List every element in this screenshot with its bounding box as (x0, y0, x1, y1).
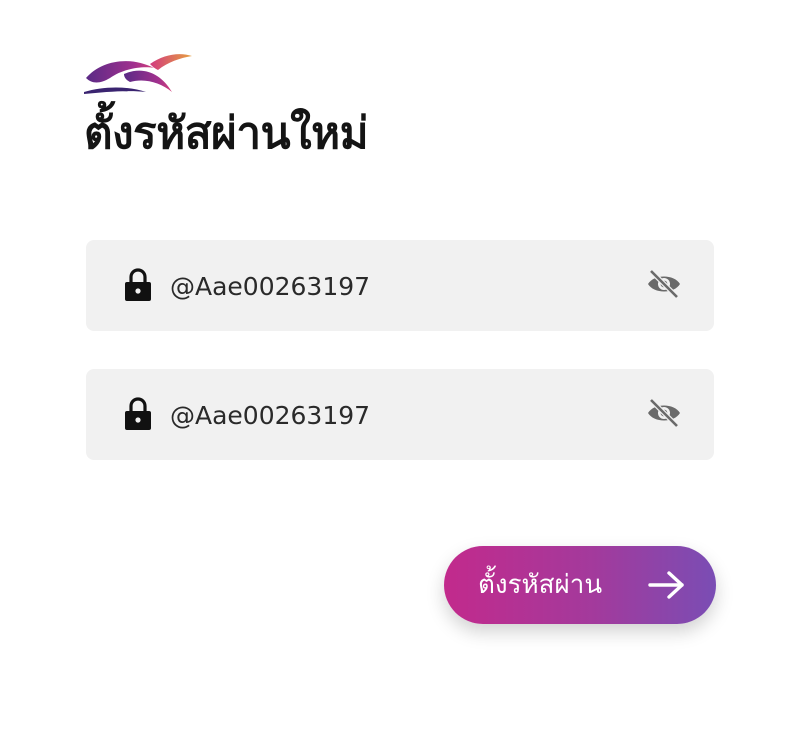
eye-off-icon[interactable] (646, 268, 682, 300)
confirm-password-field[interactable] (86, 369, 714, 460)
brand-logo (84, 54, 192, 94)
page-title: ตั้งรหัสผ่านใหม่ (84, 108, 369, 159)
confirm-password-input[interactable] (170, 391, 610, 439)
lock-icon (125, 397, 151, 430)
new-password-field[interactable] (86, 240, 714, 331)
set-password-button-label: ตั้งรหัสผ่าน (478, 570, 603, 600)
eye-off-icon[interactable] (646, 397, 682, 429)
lock-icon (125, 268, 151, 301)
new-password-input[interactable] (170, 262, 610, 310)
set-password-button[interactable]: ตั้งรหัสผ่าน (444, 546, 716, 624)
arrow-right-icon (648, 571, 684, 599)
